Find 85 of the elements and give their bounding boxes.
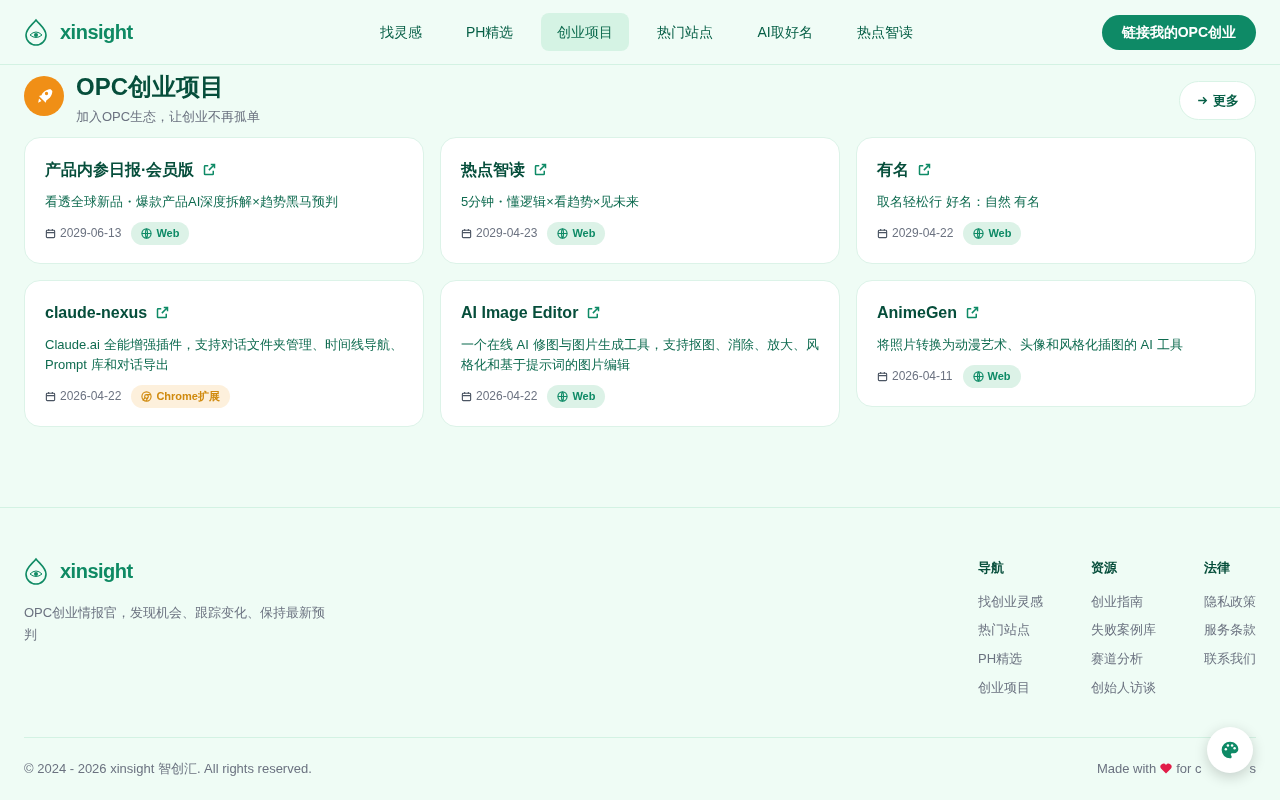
logo-icon[interactable]	[24, 557, 48, 585]
project-card[interactable]: 产品内参日报·会员版 看透全球新品・爆款产品AI深度拆解×趋势黑马预判 2029-06-13 Web	[24, 136, 424, 264]
project-date: 2026-04-22	[60, 388, 122, 405]
logo-icon[interactable]	[24, 18, 48, 46]
project-title[interactable]: 有名	[877, 157, 909, 182]
project-title[interactable]: 产品内参日报·会员版	[45, 157, 195, 182]
globe-icon	[972, 370, 984, 382]
project-date: 2029-06-13	[60, 225, 122, 242]
external-link-icon[interactable]	[965, 305, 980, 320]
project-description: Claude.ai 全能增强插件，支持对话文件夹管理、时间线导航、Prompt 库和对话导出	[45, 335, 403, 374]
calendar-icon	[45, 227, 56, 239]
nav-tab[interactable]: 热门站点	[641, 13, 730, 51]
calendar-icon	[877, 227, 888, 239]
calendar-icon	[45, 390, 56, 402]
nav-tab[interactable]: 找灵感	[364, 13, 438, 51]
nav-tab[interactable]: 创业项目	[541, 13, 630, 51]
rocket-icon	[24, 76, 64, 116]
nav-tab[interactable]: AI取好名	[741, 13, 829, 51]
arrow-right-icon	[1196, 94, 1209, 107]
external-link-icon[interactable]	[202, 162, 218, 177]
platform-tag: Web	[962, 364, 1021, 388]
project-card[interactable]: 有名 取名轻松行 好名：自然 有名 2029-04-22 Web	[856, 136, 1256, 264]
calendar-icon	[877, 370, 888, 382]
platform-tag: Web	[131, 221, 190, 245]
footer-link[interactable]: 隐私政策	[1204, 591, 1256, 612]
footer-link[interactable]: 失败案例库	[1091, 620, 1184, 641]
project-date: 2026-04-11	[892, 368, 953, 385]
project-description: 一个在线 AI 修图与图片生成工具，支持抠图、消除、放大、风格化和基于提示词的图片编辑	[461, 335, 819, 374]
logo-text[interactable]: xinsight	[60, 556, 133, 586]
project-description: 看透全球新品・爆款产品AI深度拆解×趋势黑马预判	[45, 192, 339, 211]
platform-tag: Web	[547, 221, 606, 245]
calendar-icon	[461, 390, 472, 402]
footer-link[interactable]: 联系我们	[1204, 648, 1256, 669]
footer-link[interactable]: 服务条款	[1204, 620, 1256, 641]
footer-link[interactable]: 找创业灵感	[978, 591, 1071, 612]
project-description: 将照片转换为动漫艺术、头像和风格化插图的 AI 工具	[877, 335, 1184, 354]
project-date: 2029-04-23	[476, 225, 538, 242]
footer-link[interactable]: 创业项目	[978, 677, 1071, 698]
nav-tab[interactable]: 热点智读	[840, 13, 929, 51]
footer-link[interactable]: 赛道分析	[1091, 648, 1184, 669]
platform-tag: Web	[547, 384, 606, 408]
platform-tag: Chrome扩展	[131, 384, 230, 408]
globe-icon	[973, 227, 985, 239]
globe-icon	[557, 227, 569, 239]
cta-button[interactable]: 链接我的OPC创业	[1101, 14, 1256, 50]
project-title[interactable]: AnimeGen	[877, 300, 957, 325]
section-title: OPC创业项目	[76, 72, 225, 102]
chrome-icon	[141, 390, 153, 402]
footer-heading: 法律	[1204, 559, 1231, 577]
made-for-text: for c	[1176, 759, 1202, 778]
copyright-text: © 2024 - 2026 xinsight 智创汇. All rights reserved.	[24, 759, 312, 778]
external-link-icon[interactable]	[155, 305, 171, 320]
nav-tab[interactable]: PH精选	[450, 13, 530, 51]
calendar-icon	[461, 227, 472, 239]
section-subtitle: 加入OPC生态，让创业不再孤单	[76, 108, 261, 126]
external-link-icon[interactable]	[917, 162, 932, 177]
project-card[interactable]: claude-nexus Claude.ai 全能增强插件，支持对话文件夹管理、时间线导航、Prompt 库和对话导出 2026-04-22 Chrome扩展	[24, 279, 424, 427]
project-date: 2026-04-22	[476, 388, 538, 405]
platform-tag: Web	[963, 221, 1022, 245]
footer-link[interactable]: PH精选	[978, 648, 1071, 669]
project-title[interactable]: claude-nexus	[45, 300, 148, 325]
palette-icon	[1220, 740, 1240, 760]
made-for-text-end: s	[1249, 759, 1256, 778]
project-date: 2029-04-22	[892, 225, 954, 242]
footer-link[interactable]: 创始人访谈	[1091, 677, 1184, 698]
logo-text[interactable]: xinsight	[60, 17, 133, 47]
project-card[interactable]: AI Image Editor 一个在线 AI 修图与图片生成工具，支持抠图、消除、放大、风格化和基于提示词的图片编辑 2026-04-22 Web	[440, 279, 840, 427]
project-description: 取名轻松行 好名：自然 有名	[877, 192, 1042, 211]
footer-heading: 资源	[1091, 559, 1118, 577]
external-link-icon[interactable]	[586, 305, 602, 320]
footer-heading: 导航	[978, 559, 1005, 577]
project-title[interactable]: AI Image Editor	[461, 300, 579, 325]
globe-icon	[557, 390, 569, 402]
footer-link[interactable]: 热门站点	[978, 620, 1071, 641]
footer-tagline: OPC创业情报官，发现机会、跟踪变化、保持最新预判	[24, 604, 327, 644]
external-link-icon[interactable]	[533, 162, 548, 177]
project-card[interactable]: AnimeGen 将照片转换为动漫艺术、头像和风格化插图的 AI 工具 2026-04-11 Web	[856, 279, 1256, 407]
project-description: 5分钟・懂逻辑×看趋势×见未来	[461, 192, 641, 211]
made-with-text: Made with	[1096, 759, 1157, 778]
footer-link[interactable]: 创业指南	[1091, 591, 1184, 612]
globe-icon	[141, 227, 153, 239]
project-title[interactable]: 热点智读	[461, 157, 525, 182]
heart-icon	[1160, 763, 1173, 774]
more-button[interactable]: 更多	[1179, 81, 1256, 120]
project-card[interactable]: 热点智读 5分钟・懂逻辑×看趋势×见未来 2029-04-23 Web	[440, 136, 840, 264]
